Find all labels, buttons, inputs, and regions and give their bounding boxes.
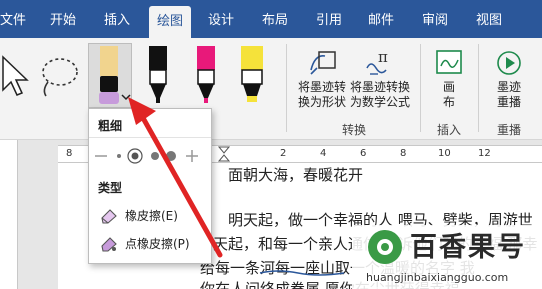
convert-to-shape-button[interactable]: 将墨迹转 换为形状 (294, 80, 350, 110)
ink-replay-button[interactable]: 墨迹 重播 (488, 80, 530, 110)
ribbon-tab-bar: 文件 开始 插入 绘图 设计 布局 引用 邮件 审阅 视图 (0, 0, 542, 38)
ink-replay-icon[interactable] (494, 48, 524, 78)
doc-line-partial: 面朝大海，春暖花开 (228, 166, 364, 184)
tab-layout[interactable]: 布局 (262, 9, 288, 28)
ruler-number: 6 (360, 148, 367, 159)
tab-references[interactable]: 引用 (316, 9, 342, 28)
drawing-canvas-icon[interactable] (434, 48, 464, 78)
red-arrow-annotation (128, 97, 223, 258)
group-label-replay: 重播 (497, 123, 522, 137)
ruler-number: 10 (438, 148, 451, 159)
watermark-title: 百香果号 (410, 232, 526, 263)
watermark-logo-icon (368, 230, 402, 264)
convert-to-shape-label-1: 将墨迹转 (297, 80, 346, 94)
highlighter-icon[interactable] (238, 46, 266, 104)
draw-ribbon: 将墨迹转 换为形状 π 将墨迹转换 为数学公式 转换 画 布 插入 墨迹 重播 … (0, 38, 542, 140)
tab-home[interactable]: 开始 (50, 9, 76, 28)
replay-label-2: 重播 (496, 95, 521, 109)
drawing-canvas-button[interactable]: 画 布 (432, 80, 466, 110)
tab-insert[interactable]: 插入 (104, 9, 130, 28)
convert-to-math-label-1: 将墨迹转换 (349, 80, 410, 94)
thickness-heading: 粗细 (98, 119, 123, 133)
type-heading: 类型 (98, 181, 123, 195)
ink-to-shape-icon[interactable] (307, 48, 337, 78)
group-label-insert: 插入 (437, 123, 462, 137)
eraser-icon (99, 206, 119, 224)
convert-to-math-button[interactable]: 将墨迹转换 为数学公式 (348, 80, 412, 110)
point-eraser-icon (99, 234, 119, 252)
ruler-number: 4 (320, 148, 327, 159)
ruler-number: 12 (478, 148, 491, 159)
svg-text:π: π (378, 48, 388, 66)
select-cursor-icon[interactable] (0, 54, 32, 98)
tab-view[interactable]: 视图 (476, 9, 502, 28)
convert-to-math-label-2: 为数学公式 (349, 95, 410, 109)
replay-label-1: 墨迹 (496, 80, 521, 94)
canvas-label-2: 布 (442, 95, 455, 109)
ruler-number: 8 (66, 148, 73, 159)
vertical-ruler (0, 140, 18, 289)
tab-design[interactable]: 设计 (208, 9, 234, 28)
tab-mailings[interactable]: 邮件 (368, 9, 394, 28)
canvas-label-1: 画 (442, 80, 455, 94)
watermark-url: huangjinbaixiangguo.com (366, 271, 509, 284)
group-separator (420, 44, 421, 132)
ink-stroke (259, 270, 345, 276)
group-separator (286, 44, 287, 132)
ruler-number: 2 (280, 148, 287, 159)
tab-review[interactable]: 审阅 (422, 9, 448, 28)
watermark: 百香果号 huangjinbaixiangguo.com (352, 225, 542, 289)
eraser-pen-icon (99, 46, 119, 104)
lasso-select-icon[interactable] (36, 54, 82, 98)
ruler-number: 8 (400, 148, 407, 159)
group-separator (478, 44, 479, 132)
convert-to-shape-label-2: 换为形状 (297, 95, 346, 109)
tab-draw[interactable]: 绘图 (149, 6, 192, 38)
group-label-convert: 转换 (342, 123, 367, 137)
tab-file[interactable]: 文件 (0, 9, 26, 28)
ink-to-math-icon[interactable]: π (364, 48, 396, 78)
